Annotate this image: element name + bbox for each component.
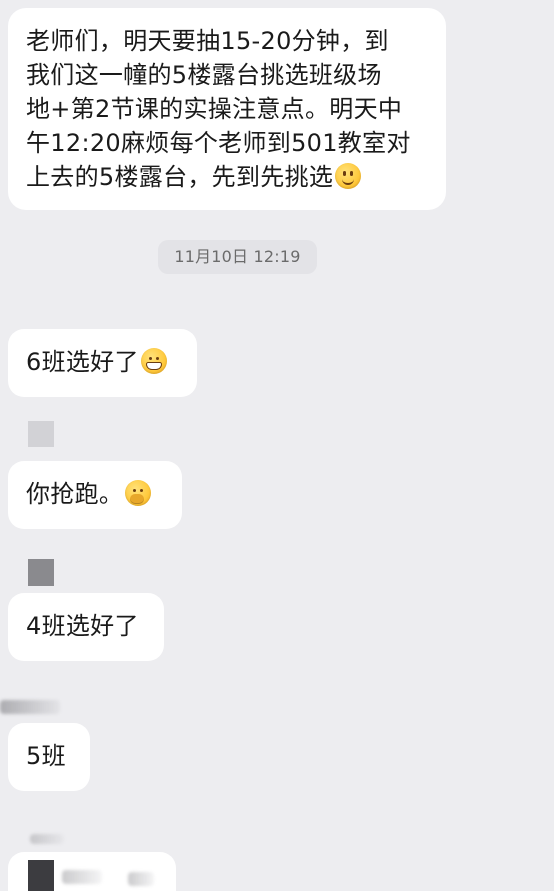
message-bubble[interactable]: 5班	[8, 723, 90, 791]
message-bubble[interactable]: 6班选好了	[8, 329, 197, 397]
message-bubble[interactable]: 4班选好了	[8, 593, 164, 661]
message-text: 4班选好了	[26, 612, 139, 640]
timestamp: 11月10日 12:19	[158, 240, 317, 274]
sender-name	[0, 700, 60, 714]
sender-name	[62, 870, 102, 884]
message-text: 你抢跑。	[26, 480, 124, 508]
avatar[interactable]	[28, 421, 54, 447]
message-text: 5班	[26, 742, 66, 770]
sender-name	[30, 834, 64, 844]
slightly-smiling-face-icon	[335, 163, 362, 189]
face-with-hand-over-mouth-icon	[125, 480, 152, 506]
message-text: 6班选好了	[26, 348, 139, 376]
avatar[interactable]	[28, 860, 54, 891]
message-bubble[interactable]: 老师们，明天要抽15-20分钟，到 我们这一幢的5楼露台挑选班级场 地+第2节课…	[8, 8, 446, 210]
grinning-face-icon	[140, 348, 167, 374]
chat-history[interactable]: 老师们，明天要抽15-20分钟，到 我们这一幢的5楼露台挑选班级场 地+第2节课…	[0, 0, 554, 891]
avatar[interactable]	[28, 559, 54, 586]
sender-name	[128, 872, 154, 886]
message-bubble[interactable]: 你抢跑。	[8, 461, 182, 529]
